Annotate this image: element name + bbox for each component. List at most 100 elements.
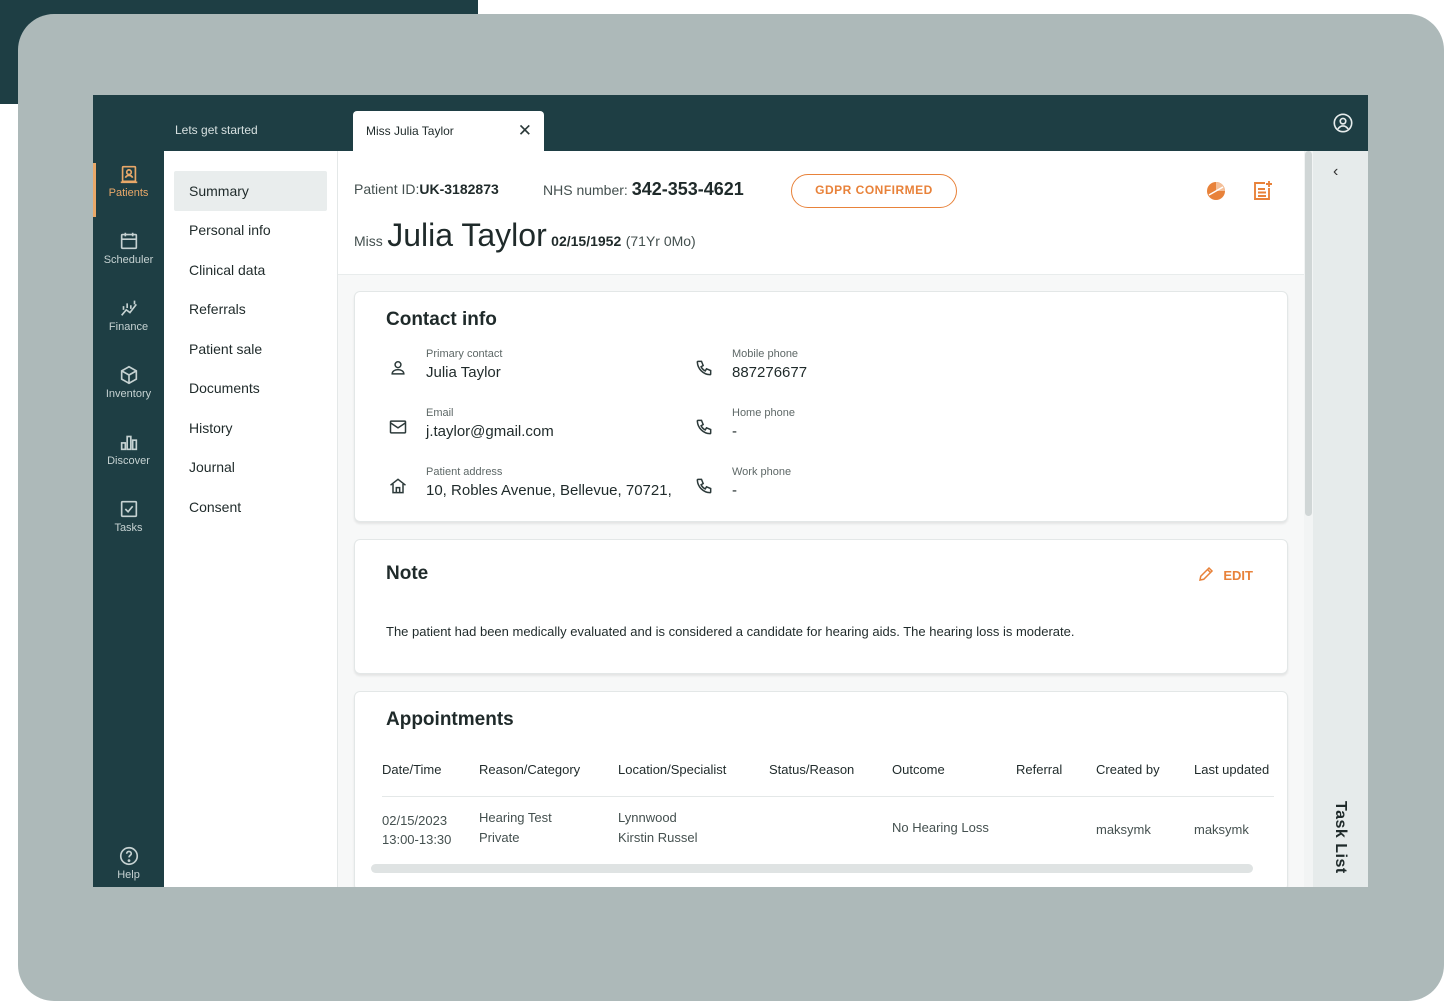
cell-outcome: No Hearing Loss <box>892 820 989 835</box>
edit-note-button[interactable]: EDIT <box>1197 565 1253 583</box>
subnav-item-personal-info[interactable]: Personal info <box>174 210 327 250</box>
field-label: Email <box>426 407 454 419</box>
rail-item-tasks[interactable]: Tasks <box>93 498 164 558</box>
rail-label: Discover <box>107 455 150 467</box>
patient-id-value: UK-3182873 <box>419 181 499 197</box>
column-header[interactable]: Created by <box>1096 762 1160 777</box>
tab-patient[interactable]: Miss Julia Taylor ✕ <box>353 111 544 151</box>
rail-label: Inventory <box>105 388 152 400</box>
finance-icon <box>120 300 137 316</box>
contact-info-card: Contact info Primary contact Julia Taylo… <box>354 291 1288 522</box>
patient-dob: 02/15/1952 <box>551 233 622 249</box>
subnav-item-patient-sale[interactable]: Patient sale <box>174 329 327 369</box>
help-icon <box>119 846 138 866</box>
nhs-number: NHS number: 342-353-4621 <box>543 179 744 200</box>
header-divider <box>382 796 1274 797</box>
account-icon[interactable] <box>1332 112 1354 134</box>
rail-label: Help <box>117 869 140 881</box>
subnav-item-referrals[interactable]: Referrals <box>174 289 327 329</box>
field-label: Primary contact <box>426 348 503 360</box>
patient-id-label: Patient ID: <box>354 181 420 197</box>
rail-label: Tasks <box>114 522 143 534</box>
rail-item-help[interactable]: Help <box>93 845 164 887</box>
task-list-toggle[interactable]: Task List <box>1331 801 1349 874</box>
cell-reason: Hearing Test <box>479 810 552 825</box>
phone-icon <box>696 478 712 494</box>
app-window: Lets get started Miss Julia Taylor ✕ Pat… <box>93 95 1368 887</box>
field-value: - <box>732 423 737 440</box>
column-header[interactable]: Location/Specialist <box>618 762 726 777</box>
patient-header: Patient ID:UK-3182873 NHS number: 342-35… <box>338 151 1304 275</box>
bar-chart-icon <box>120 435 137 451</box>
subnav-item-documents[interactable]: Documents <box>174 368 327 408</box>
left-rail: Patients Scheduler Finance Inventory Dis… <box>93 151 164 887</box>
cell-location: Lynnwood <box>618 810 677 825</box>
subnav-item-journal[interactable]: Journal <box>174 447 327 487</box>
task-panel: ‹ Task List <box>1313 151 1368 887</box>
field-value: 10, Robles Avenue, Bellevue, 70721, <box>426 482 672 499</box>
cell-category: Private <box>479 830 520 845</box>
patient-name: Julia Taylor <box>387 217 547 253</box>
patients-icon <box>120 165 137 184</box>
column-header[interactable]: Outcome <box>892 762 945 777</box>
column-header[interactable]: Date/Time <box>382 762 441 777</box>
rail-label: Scheduler <box>103 254 154 266</box>
rail-item-discover[interactable]: Discover <box>93 431 164 491</box>
field-value: j.taylor@gmail.com <box>426 423 554 440</box>
patient-age: (71Yr 0Mo) <box>625 233 696 249</box>
cell-date: 02/15/2023 <box>382 813 448 828</box>
checkbox-icon <box>120 500 137 518</box>
gdpr-badge[interactable]: GDPR CONFIRMED <box>791 174 957 208</box>
nhs-label: NHS number: <box>543 182 628 198</box>
tab-lets-get-started[interactable]: Lets get started <box>175 123 258 137</box>
subnav-item-summary[interactable]: Summary <box>174 171 327 211</box>
column-header[interactable]: Status/Reason <box>769 762 854 777</box>
main-content: Patient ID:UK-3182873 NHS number: 342-35… <box>338 151 1304 887</box>
close-icon[interactable]: ✕ <box>518 121 532 141</box>
nhs-value: 342-353-4621 <box>631 179 744 199</box>
pie-chart-icon[interactable] <box>1206 181 1226 201</box>
scrollbar-thumb[interactable] <box>1305 151 1312 516</box>
top-bar: Lets get started Miss Julia Taylor ✕ <box>93 95 1368 151</box>
cell-specialist: Kirstin Russel <box>618 830 698 845</box>
calendar-icon <box>120 232 137 250</box>
vertical-scrollbar[interactable] <box>1304 151 1313 887</box>
card-title: Appointments <box>386 709 514 730</box>
subnav-item-consent[interactable]: Consent <box>174 487 327 527</box>
patient-id: Patient ID:UK-3182873 <box>354 181 499 197</box>
tab-patient-label: Miss Julia Taylor <box>366 124 454 138</box>
rail-item-finance[interactable]: Finance <box>93 297 164 357</box>
subnav-item-clinical-data[interactable]: Clinical data <box>174 250 327 290</box>
column-header[interactable]: Last updated <box>1194 762 1269 777</box>
appointments-card: Appointments Date/Time Reason/Category L… <box>354 691 1288 887</box>
box-icon <box>120 365 137 385</box>
field-label: Work phone <box>732 466 792 478</box>
rail-item-patients[interactable]: Patients <box>93 163 164 223</box>
card-title: Note <box>386 563 429 584</box>
add-note-icon[interactable] <box>1250 179 1274 203</box>
column-header[interactable]: Referral <box>1016 762 1062 777</box>
subnav-item-history[interactable]: History <box>174 408 327 448</box>
person-icon <box>391 361 405 375</box>
rail-label: Finance <box>108 321 149 333</box>
field-value: 887276677 <box>732 364 808 381</box>
rail-label: Patients <box>108 187 149 199</box>
note-card: Note EDIT The patient had been medically… <box>354 539 1288 674</box>
cell-time: 13:00-13:30 <box>382 832 452 847</box>
phone-icon <box>696 360 712 376</box>
horizontal-scrollbar[interactable] <box>371 864 1253 873</box>
pencil-icon <box>1199 566 1214 581</box>
rail-item-scheduler[interactable]: Scheduler <box>93 230 164 290</box>
mail-icon <box>389 420 407 434</box>
home-icon <box>390 478 406 494</box>
field-value: Julia Taylor <box>426 364 501 381</box>
column-header[interactable]: Reason/Category <box>479 762 580 777</box>
cell-created-by: maksymk <box>1096 822 1151 837</box>
note-text: The patient had been medically evaluated… <box>386 624 1075 639</box>
rail-item-inventory[interactable]: Inventory <box>93 364 164 424</box>
phone-icon <box>696 419 712 435</box>
field-label: Home phone <box>732 407 795 419</box>
patient-name-line: Miss Julia Taylor 02/15/1952 (71Yr 0Mo) <box>354 217 696 254</box>
patient-title: Miss <box>354 233 383 249</box>
chevron-left-icon[interactable]: ‹ <box>1333 163 1338 181</box>
